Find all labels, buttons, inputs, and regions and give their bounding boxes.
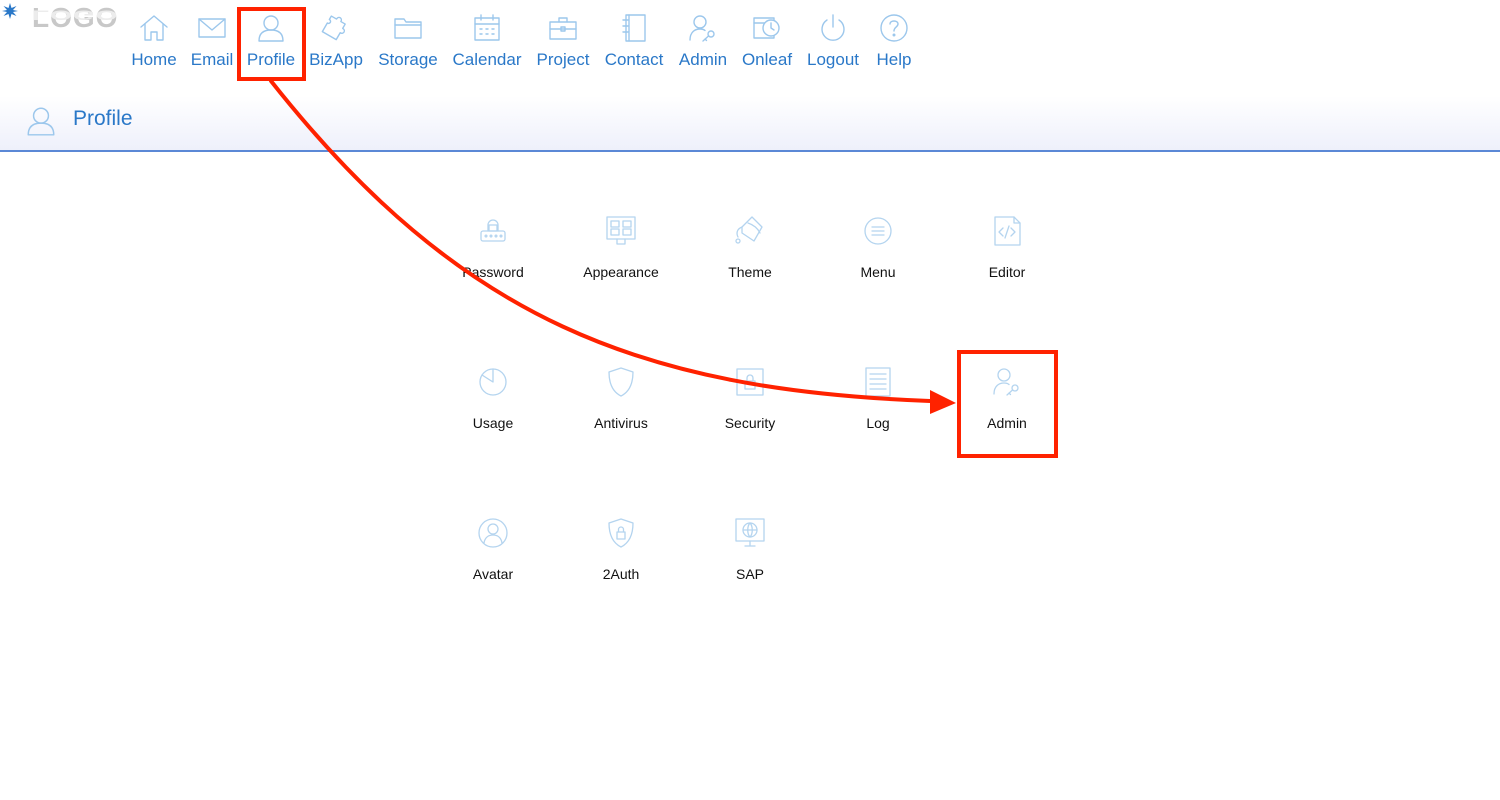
- puzzle-icon: [321, 15, 346, 41]
- tile-label: Menu: [860, 264, 896, 280]
- tile-label: Avatar: [472, 566, 514, 582]
- envelope-icon: [198, 18, 226, 38]
- person-icon: [258, 15, 284, 42]
- shield-lock-icon: [608, 518, 634, 548]
- nav-item-logout[interactable]: Logout: [805, 12, 861, 70]
- tile-menu[interactable]: Menu: [818, 213, 938, 281]
- tile-label: Appearance: [583, 264, 659, 280]
- menu-lines-icon: [864, 217, 892, 245]
- nav-item-onleaf[interactable]: Onleaf: [741, 12, 793, 70]
- monitor-layout-icon: [606, 216, 636, 245]
- nav-label-help: Help: [876, 50, 912, 69]
- power-icon: [821, 14, 845, 41]
- home-icon: [140, 15, 168, 41]
- nav-item-storage[interactable]: Storage: [377, 12, 439, 70]
- globe-monitor-icon: [735, 518, 765, 547]
- page-header: Profile: [0, 96, 1500, 152]
- tile-log[interactable]: Log: [818, 364, 938, 432]
- question-icon: [880, 14, 908, 42]
- tile-label: 2Auth: [602, 566, 640, 582]
- tile-label: Password: [462, 264, 524, 280]
- tile-label: Admin: [987, 415, 1027, 431]
- tile-label: Usage: [472, 415, 514, 431]
- user-key-icon: [689, 15, 715, 42]
- tile-label: Antivirus: [594, 415, 648, 431]
- header-person-icon: [24, 104, 58, 138]
- paint-bucket-icon: [735, 216, 763, 244]
- tile-2auth[interactable]: 2Auth: [561, 515, 681, 583]
- pie-chart-icon: [479, 368, 507, 396]
- avatar-icon: [478, 518, 508, 548]
- tile-editor[interactable]: Editor: [947, 213, 1067, 281]
- nav-item-profile[interactable]: Profile: [246, 12, 296, 70]
- nav-label-home: Home: [131, 50, 177, 69]
- lock-box-icon: [736, 368, 764, 396]
- tile-appearance[interactable]: Appearance: [561, 213, 681, 281]
- nav-label-logout: Logout: [807, 50, 859, 69]
- nav-label-profile: Profile: [246, 50, 296, 69]
- log-list-icon: [865, 367, 891, 397]
- nav-item-email[interactable]: Email: [190, 12, 234, 70]
- nav-label-admin: Admin: [678, 50, 728, 69]
- tile-label: Security: [724, 415, 776, 431]
- calendar-icon: [474, 14, 500, 41]
- tile-theme[interactable]: Theme: [690, 213, 810, 281]
- shield-icon: [608, 367, 634, 397]
- tile-label: SAP: [735, 566, 764, 582]
- code-file-icon: [994, 216, 1021, 246]
- tile-password[interactable]: Password: [433, 213, 553, 281]
- top-nav: Home Email Profile BizApp Storage Calend…: [0, 0, 1500, 80]
- nav-label-bizapp: BizApp: [309, 50, 363, 69]
- address-book-icon: [622, 14, 646, 42]
- nav-item-project[interactable]: Project: [535, 12, 591, 70]
- nav-label-calendar: Calendar: [452, 50, 522, 69]
- tile-label: Log: [866, 415, 890, 431]
- nav-label-onleaf: Onleaf: [741, 50, 793, 69]
- tile-label: Theme: [728, 264, 772, 280]
- nav-item-contact[interactable]: Contact: [603, 12, 665, 70]
- tile-antivirus[interactable]: Antivirus: [561, 364, 681, 432]
- tile-usage[interactable]: Usage: [433, 364, 553, 432]
- nav-item-help[interactable]: Help: [874, 12, 914, 70]
- nav-label-storage: Storage: [378, 50, 438, 69]
- tile-sap[interactable]: SAP: [690, 515, 810, 583]
- nav-item-admin[interactable]: Admin: [677, 12, 729, 70]
- person-icon: [27, 107, 55, 136]
- password-lock-icon: [480, 219, 506, 242]
- nav-item-calendar[interactable]: Calendar: [452, 12, 522, 70]
- user-key-icon: [993, 368, 1019, 396]
- tile-admin[interactable]: Admin: [947, 364, 1067, 432]
- nav-label-project: Project: [536, 50, 590, 69]
- page-title: Profile: [73, 107, 133, 130]
- tile-avatar[interactable]: Avatar: [433, 515, 553, 583]
- folder-icon: [394, 18, 422, 39]
- clock-calendar-icon: [753, 17, 780, 39]
- nav-label-email: Email: [190, 50, 234, 69]
- tile-label: Editor: [988, 264, 1026, 280]
- briefcase-icon: [549, 17, 577, 40]
- nav-item-home[interactable]: Home: [131, 12, 177, 70]
- nav-item-bizapp[interactable]: BizApp: [308, 12, 364, 70]
- nav-label-contact: Contact: [604, 50, 664, 69]
- tile-security[interactable]: Security: [690, 364, 810, 432]
